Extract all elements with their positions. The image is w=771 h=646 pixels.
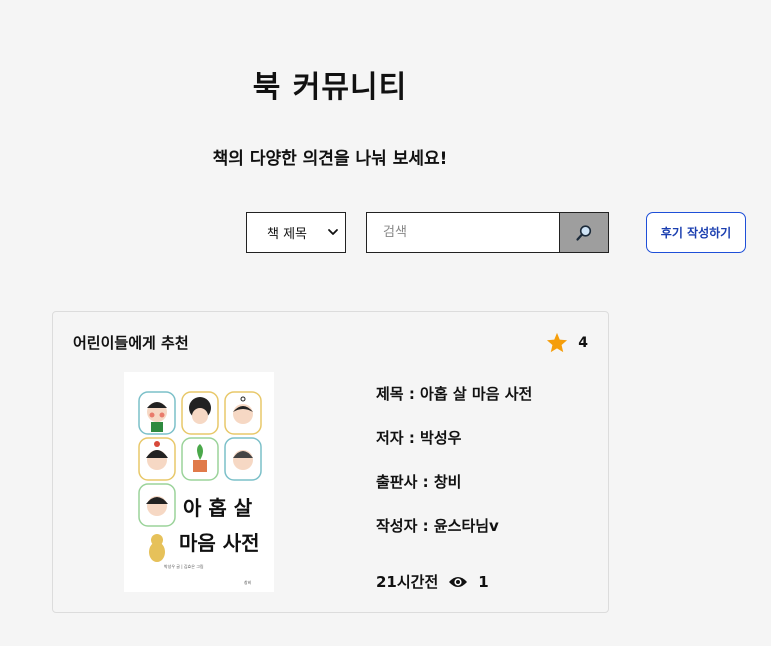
search-button[interactable] [559,213,608,252]
review-meta: 21시간전 1 [376,560,532,604]
view-count: 1 [478,573,489,591]
cover-title-line2: 마음 사전 [179,531,260,555]
search-filter-select[interactable]: 책 제목 [246,212,346,253]
search-input[interactable] [367,213,559,252]
chevron-down-icon [328,229,338,235]
book-publisher: 출판사 : 창비 [376,473,462,491]
search-icon [576,224,592,241]
rating-value: 4 [578,334,588,351]
book-cover-illustration: 아 홉 살 마음 사전 박성우 글 | 김효은 그림 창비 [124,372,274,592]
book-author: 저자 : 박성우 [376,429,462,447]
page-subtitle: 책의 다양한 의견을 나눠 보세요! [212,149,448,169]
book-title: 제목 : 아홉 살 마음 사전 [376,385,533,403]
review-card[interactable]: 어린이들에게 추천 4 아 홉 살 마음 사전 박성우 글 | 김효은 그림 창… [52,311,609,613]
search-filter-value: 책 제목 [267,227,308,242]
review-writer: 작성자 : 윤스타님v [376,517,499,535]
cover-credit: 박성우 글 | 김효은 그림 [164,563,204,569]
book-cover-image[interactable]: 아 홉 살 마음 사전 박성우 글 | 김효은 그림 창비 [124,372,274,592]
search-bar [366,212,609,253]
eye-icon [449,577,468,587]
write-review-button[interactable]: 후기 작성하기 [646,212,746,253]
star-icon [547,332,568,353]
cover-publisher-mark: 창비 [244,579,252,585]
book-info: 제목 : 아홉 살 마음 사전 저자 : 박성우 출판사 : 창비 작성자 : … [376,384,532,604]
rating: 4 [546,332,588,353]
review-card-title: 어린이들에게 추천 [73,334,189,352]
page-title: 북 커뮤니티 [252,70,408,105]
review-time: 21시간전 [376,573,439,591]
page: 북 커뮤니티 책의 다양한 의견을 나눠 보세요! 책 제목 후기 작성하기 어… [0,0,771,646]
cover-title-line1: 아 홉 살 [183,496,253,520]
